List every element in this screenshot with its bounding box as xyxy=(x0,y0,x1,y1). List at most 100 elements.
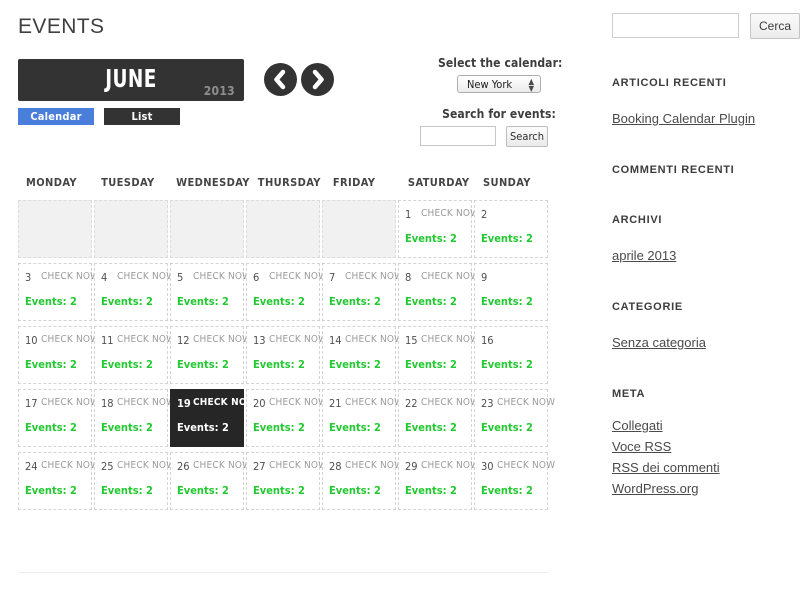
calendar-day-cell[interactable]: 6 CHECK NOW Events: 2 xyxy=(246,263,327,321)
check-now-link[interactable]: CHECK NOW xyxy=(497,460,555,471)
check-now-link[interactable]: CHECK NOW xyxy=(269,334,327,345)
sidebar-link[interactable]: Senza categoria xyxy=(612,335,800,350)
day-number: 7 xyxy=(329,271,336,284)
calendar-day-cell[interactable]: 11 CHECK NOW Events: 2 xyxy=(94,326,175,384)
calendar-day-cell[interactable]: 27 CHECK NOW Events: 2 xyxy=(246,452,327,510)
sidebar-link[interactable]: WordPress.org xyxy=(612,481,800,496)
sidebar-section: CATEGORIE Senza categoria xyxy=(612,301,800,350)
check-now-link[interactable]: CHECK NOW xyxy=(345,334,403,345)
check-now-link[interactable]: CHECK NOW xyxy=(193,334,251,345)
check-now-link[interactable]: CHECK NOW xyxy=(269,460,327,471)
previous-month-button[interactable] xyxy=(264,63,297,96)
check-now-link[interactable]: CHECK NOW xyxy=(41,271,99,282)
check-now-link[interactable]: CHECK NOW xyxy=(345,460,403,471)
day-events-count: Events: 2 xyxy=(253,484,305,497)
check-now-link[interactable]: CHECK NOW xyxy=(117,271,175,282)
check-now-link[interactable]: CHECK NOW xyxy=(117,460,175,471)
sidebar-search-input[interactable] xyxy=(612,13,739,38)
sidebar-sections: ARTICOLI RECENTI Booking Calendar Plugin C… xyxy=(612,77,800,496)
sidebar-section-title: CATEGORIE xyxy=(612,301,683,313)
next-month-button[interactable] xyxy=(301,63,334,96)
sidebar-search: Cerca xyxy=(612,13,800,39)
calendar-day-cell[interactable]: 2 Events: 2 xyxy=(474,200,548,258)
calendar-day-cell[interactable]: 21 CHECK NOW Events: 2 xyxy=(322,389,403,447)
sidebar-section: META Collegati Voce RSS RSS dei commenti Wor… xyxy=(612,388,800,496)
sidebar-link[interactable]: RSS dei commenti xyxy=(612,460,800,475)
sidebar-section: COMMENTI RECENTI xyxy=(612,164,800,176)
calendar-week-row: 10 CHECK NOW Events: 2 11 CHECK NOW Events: 2… xyxy=(18,326,550,389)
check-now-link[interactable]: CHECK NOW xyxy=(345,397,403,408)
check-now-link[interactable]: CHECK NOW xyxy=(41,334,99,345)
event-search-row: Search xyxy=(420,126,560,148)
check-now-link[interactable]: CHECK NOW xyxy=(193,460,251,471)
calendar-day-cell[interactable]: 7 CHECK NOW Events: 2 xyxy=(322,263,403,321)
calendar-day-cell[interactable]: 3 CHECK NOW Events: 2 xyxy=(18,263,99,321)
day-of-week-saturday: SATURDAY xyxy=(407,176,470,189)
check-now-link[interactable]: CHECK NOW xyxy=(421,334,479,345)
check-now-link[interactable]: CHECK NOW xyxy=(421,208,479,219)
day-of-week-tuesday: TUESDAY xyxy=(101,176,155,189)
calendar-day-cell[interactable]: 19 CHECK NOW Events: 2 xyxy=(170,389,257,447)
sidebar-link[interactable]: aprile 2013 xyxy=(612,248,800,263)
calendar-select[interactable]: New York ▲ ▼ xyxy=(457,75,541,93)
day-events-count: Events: 2 xyxy=(25,295,77,308)
calendar-day-cell[interactable]: 23 CHECK NOW Events: 2 xyxy=(474,389,555,447)
calendar-day-cell[interactable]: 24 CHECK NOW Events: 2 xyxy=(18,452,99,510)
calendar-day-cell[interactable]: 8 CHECK NOW Events: 2 xyxy=(398,263,479,321)
calendar-weeks: 1 CHECK NOW Events: 2 2 Events: 2 3 CHECK NOW E… xyxy=(18,200,555,515)
sidebar-link[interactable]: Booking Calendar Plugin xyxy=(612,111,800,126)
calendar-day-cell[interactable]: 25 CHECK NOW Events: 2 xyxy=(94,452,175,510)
calendar-day-cell[interactable]: 28 CHECK NOW Events: 2 xyxy=(322,452,403,510)
check-now-link[interactable]: CHECK NOW xyxy=(41,460,99,471)
calendar-day-cell[interactable]: 14 CHECK NOW Events: 2 xyxy=(322,326,403,384)
tab-list[interactable]: List xyxy=(104,108,180,125)
check-now-link[interactable]: CHECK NOW xyxy=(269,271,327,282)
day-of-week-wednesday: WEDNESDAY xyxy=(176,176,250,189)
calendar-day-cell[interactable]: 1 CHECK NOW Events: 2 xyxy=(398,200,479,258)
check-now-link[interactable]: CHECK NOW xyxy=(421,271,479,282)
event-search-input[interactable] xyxy=(420,126,496,146)
check-now-link[interactable]: CHECK NOW xyxy=(497,397,555,408)
calendar-day-cell[interactable]: 16 Events: 2 xyxy=(474,326,548,384)
calendar-day-cell[interactable]: 10 CHECK NOW Events: 2 xyxy=(18,326,99,384)
sidebar-link[interactable]: Collegati xyxy=(612,418,800,433)
check-now-link[interactable]: CHECK NOW xyxy=(193,271,251,282)
calendar-day-cell[interactable]: 22 CHECK NOW Events: 2 xyxy=(398,389,479,447)
calendar-day-cell[interactable]: 4 CHECK NOW Events: 2 xyxy=(94,263,175,321)
check-now-link[interactable]: CHECK NOW xyxy=(41,397,99,408)
check-now-link[interactable]: CHECK NOW xyxy=(421,460,479,471)
day-number: 28 xyxy=(329,460,342,473)
tab-calendar[interactable]: Calendar xyxy=(18,108,94,125)
calendar-day-cell[interactable]: 29 CHECK NOW Events: 2 xyxy=(398,452,479,510)
check-now-link[interactable]: CHECK NOW xyxy=(345,271,403,282)
month-label: JUNE xyxy=(105,64,157,93)
calendar-day-cell[interactable]: 13 CHECK NOW Events: 2 xyxy=(246,326,327,384)
day-events-count: Events: 2 xyxy=(481,358,533,371)
calendar-day-cell[interactable]: 20 CHECK NOW Events: 2 xyxy=(246,389,327,447)
calendar-day-cell[interactable]: 9 Events: 2 xyxy=(474,263,548,321)
chevron-left-icon xyxy=(274,69,286,90)
check-now-link[interactable]: CHECK NOW xyxy=(421,397,479,408)
day-events-count: Events: 2 xyxy=(405,421,457,434)
calendar-week-row: 1 CHECK NOW Events: 2 2 Events: 2 xyxy=(18,200,550,263)
calendar-day-cell[interactable]: 17 CHECK NOW Events: 2 xyxy=(18,389,99,447)
content-divider xyxy=(18,572,548,573)
day-number: 24 xyxy=(25,460,38,473)
day-events-count: Events: 2 xyxy=(481,484,533,497)
calendar-day-cell[interactable]: 30 CHECK NOW Events: 2 xyxy=(474,452,555,510)
calendar-day-cell[interactable]: 12 CHECK NOW Events: 2 xyxy=(170,326,251,384)
check-now-link[interactable]: CHECK NOW xyxy=(269,397,327,408)
calendar-day-cell[interactable]: 18 CHECK NOW Events: 2 xyxy=(94,389,175,447)
sidebar-search-button[interactable]: Cerca xyxy=(750,13,800,39)
day-events-count: Events: 2 xyxy=(481,421,533,434)
check-now-link[interactable]: CHECK NOW xyxy=(117,397,175,408)
calendar-day-cell[interactable]: 15 CHECK NOW Events: 2 xyxy=(398,326,479,384)
check-now-link[interactable]: CHECK NOW xyxy=(117,334,175,345)
event-search-button[interactable]: Search xyxy=(506,126,548,147)
calendar-week-row: 17 CHECK NOW Events: 2 18 CHECK NOW Events: 2… xyxy=(18,389,555,452)
day-events-count: Events: 2 xyxy=(253,358,305,371)
calendar-day-cell[interactable]: 26 CHECK NOW Events: 2 xyxy=(170,452,251,510)
day-number: 30 xyxy=(481,460,494,473)
calendar-day-cell[interactable]: 5 CHECK NOW Events: 2 xyxy=(170,263,251,321)
sidebar-link[interactable]: Voce RSS xyxy=(612,439,800,454)
